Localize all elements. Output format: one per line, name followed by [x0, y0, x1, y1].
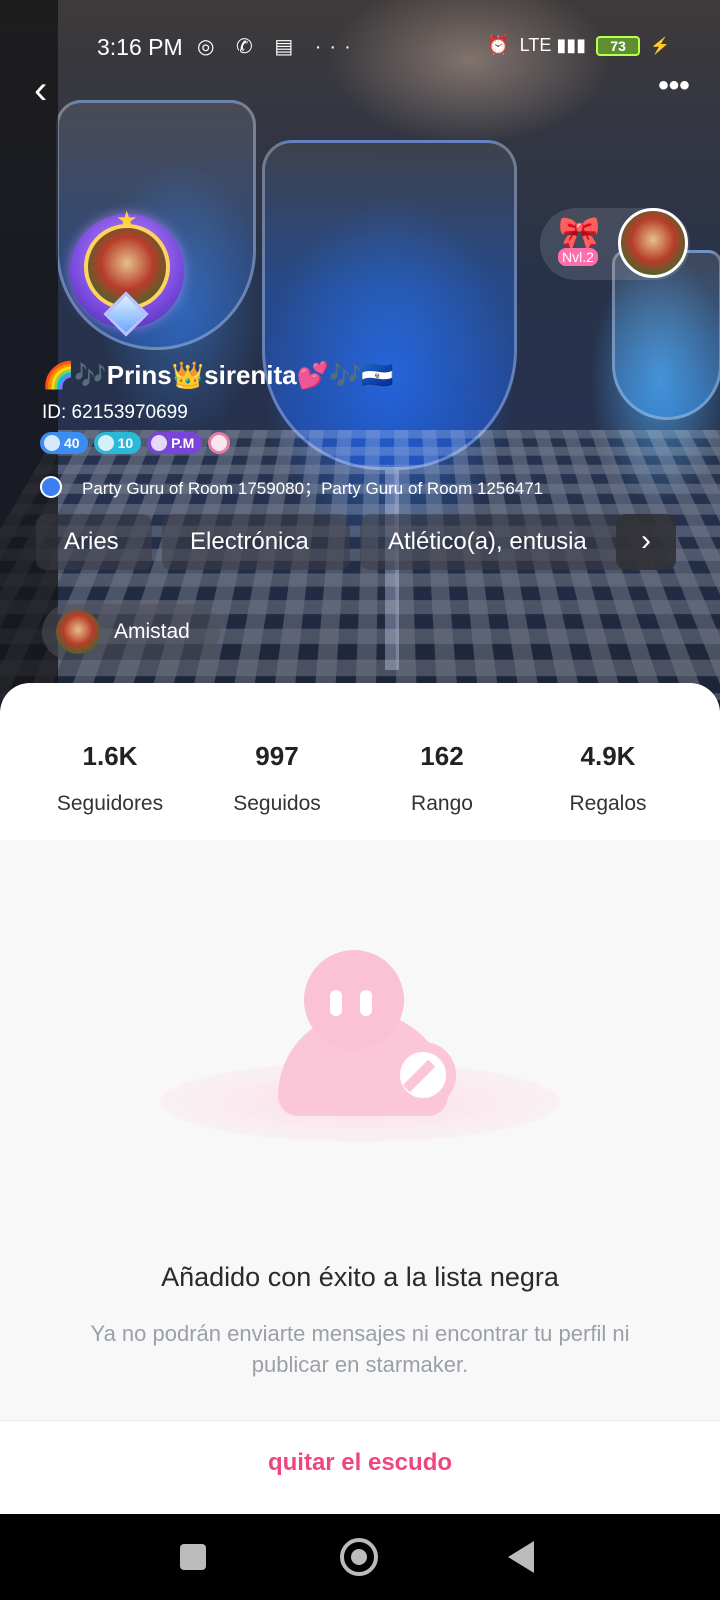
tag-item[interactable]: Aries: [36, 514, 152, 570]
group-icon: [151, 435, 167, 451]
blocked-state: Añadido con éxito a la lista negra Ya no…: [0, 840, 720, 1514]
vip-badge[interactable]: 10: [94, 432, 142, 454]
illustration-eye: [330, 990, 342, 1016]
user-id: ID: 62153970699: [42, 402, 188, 424]
tag-item[interactable]: Atlético(a), entusia: [360, 514, 652, 570]
bow-badge[interactable]: [208, 432, 230, 454]
blocked-description: Ya no podrán enviarte mensajes ni encont…: [60, 1318, 660, 1380]
friend-label: Amistad: [114, 620, 190, 644]
notification-icons: ◎ ✆ ▤ ···: [197, 34, 359, 59]
bow-icon: [211, 435, 227, 451]
party-icon: [40, 476, 62, 498]
level-badge[interactable]: 40: [40, 432, 88, 454]
system-icons: ⏰ LTE ▮▮▮ 73 ⚡: [487, 35, 670, 56]
stat-gifts[interactable]: 4.9K Regalos: [523, 741, 693, 816]
stats-card: 1.6K Seguidores 997 Seguidos 162 Rango 4…: [0, 683, 720, 840]
star-icon: ★: [116, 206, 138, 235]
badge-label: 10: [118, 435, 134, 451]
tag-list: Aries Electrónica Atlético(a), entusia ›: [36, 514, 676, 570]
stat-label: Seguidores: [25, 792, 195, 816]
stat-value: 997: [192, 741, 362, 772]
back-nav-icon[interactable]: [508, 1541, 534, 1573]
badge-label: 40: [64, 435, 80, 451]
username: 🌈🎶Prins👑sirenita💕🎶🇸🇻: [42, 360, 394, 391]
tags-next-button[interactable]: ›: [616, 514, 676, 570]
partner-avatar: [618, 208, 688, 278]
status-time: 3:16 PM: [97, 34, 183, 61]
stat-followers[interactable]: 1.6K Seguidores: [25, 741, 195, 816]
stat-value: 4.9K: [523, 741, 693, 772]
badge-row: 40 10 P.M: [40, 432, 230, 454]
block-icon: [390, 1042, 456, 1108]
stat-label: Seguidos: [192, 792, 362, 816]
blocked-user-head: [304, 950, 404, 1050]
party-text: Party Guru of Room 1759080；Party Guru of…: [82, 474, 543, 499]
home-icon[interactable]: [340, 1538, 378, 1576]
background-glass: [262, 140, 517, 470]
friendship-chip[interactable]: Amistad: [42, 604, 220, 660]
blocked-title: Añadido con éxito a la lista negra: [0, 1262, 720, 1293]
relationship-badge[interactable]: 🎀 Nvl.2: [540, 208, 690, 280]
family-badge[interactable]: P.M: [147, 432, 202, 454]
stat-value: 162: [357, 741, 527, 772]
navigation-bar: [0, 1514, 720, 1600]
friend-avatar: [56, 610, 100, 654]
crystal-icon: [98, 435, 114, 451]
diamond-icon: [44, 435, 60, 451]
charging-icon: ⚡: [650, 36, 670, 56]
more-options-button[interactable]: •••: [654, 76, 694, 106]
back-button[interactable]: ‹: [34, 70, 70, 110]
unblock-button[interactable]: quitar el escudo: [0, 1449, 720, 1477]
profile-background: [0, 0, 720, 700]
stat-following[interactable]: 997 Seguidos: [192, 741, 362, 816]
avatar[interactable]: ★: [62, 206, 192, 332]
stat-label: Rango: [357, 792, 527, 816]
alarm-icon: ⏰: [487, 35, 509, 56]
unblock-bar: quitar el escudo: [0, 1420, 720, 1514]
battery-icon: 73: [596, 36, 640, 56]
party-guru-line: Party Guru of Room 1759080；Party Guru of…: [40, 474, 543, 499]
stat-value: 1.6K: [25, 741, 195, 772]
stat-rank[interactable]: 162 Rango: [357, 741, 527, 816]
lte-signal-icon: LTE ▮▮▮: [520, 35, 586, 56]
illustration-eye: [360, 990, 372, 1016]
tag-item[interactable]: Electrónica: [162, 514, 350, 570]
badge-label: P.M: [171, 435, 194, 451]
status-bar: 3:16 PM ◎ ✆ ▤ ··· ⏰ LTE ▮▮▮ 73 ⚡: [0, 28, 720, 64]
stat-label: Regalos: [523, 792, 693, 816]
level-label: Nvl.2: [558, 248, 598, 266]
recents-icon[interactable]: [180, 1544, 206, 1570]
